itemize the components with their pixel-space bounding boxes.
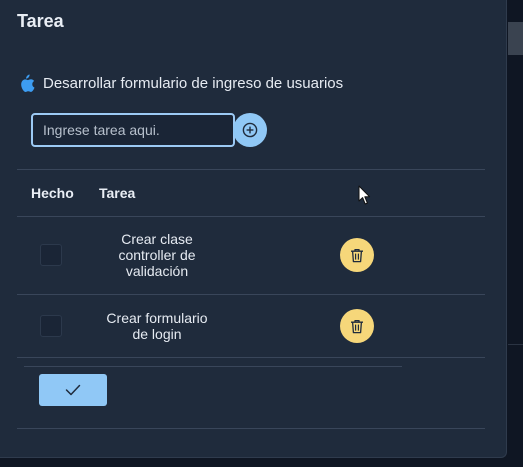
- column-header-done: Hecho: [31, 185, 74, 201]
- bottom-divider: [17, 428, 485, 429]
- footer-divider: [24, 366, 402, 367]
- task-modal: Tarea Desarrollar formulario de ingreso …: [0, 0, 507, 458]
- row-done-checkbox[interactable]: [40, 315, 62, 337]
- modal-title: Tarea: [17, 11, 64, 31]
- column-header-task: Tarea: [99, 185, 136, 201]
- trash-icon: [351, 319, 363, 333]
- delete-task-button[interactable]: [340, 309, 374, 343]
- row-task-text: Crear formulario de login: [106, 310, 208, 342]
- plus-circle-icon: [242, 122, 258, 138]
- mouse-cursor-icon: [358, 185, 371, 205]
- check-icon: [65, 384, 81, 396]
- task-header: Desarrollar formulario de ingreso de usu…: [18, 72, 343, 94]
- row-done-checkbox[interactable]: [40, 244, 62, 266]
- table-header-divider: [17, 216, 485, 217]
- new-task-row: [31, 113, 267, 147]
- row-divider: [17, 357, 485, 358]
- backdrop-divider: [508, 344, 523, 345]
- task-title: Desarrollar formulario de ingreso de usu…: [43, 74, 344, 92]
- row-divider: [17, 294, 485, 295]
- table-top-divider: [17, 169, 485, 170]
- apple-icon: [21, 74, 35, 92]
- confirm-button[interactable]: [39, 374, 107, 406]
- backdrop-panel: [508, 22, 523, 55]
- add-task-button[interactable]: [233, 113, 267, 147]
- trash-icon: [351, 248, 363, 262]
- delete-task-button[interactable]: [340, 238, 374, 272]
- new-task-input[interactable]: [31, 113, 235, 147]
- row-task-text: Crear clase controller de validación: [118, 231, 196, 279]
